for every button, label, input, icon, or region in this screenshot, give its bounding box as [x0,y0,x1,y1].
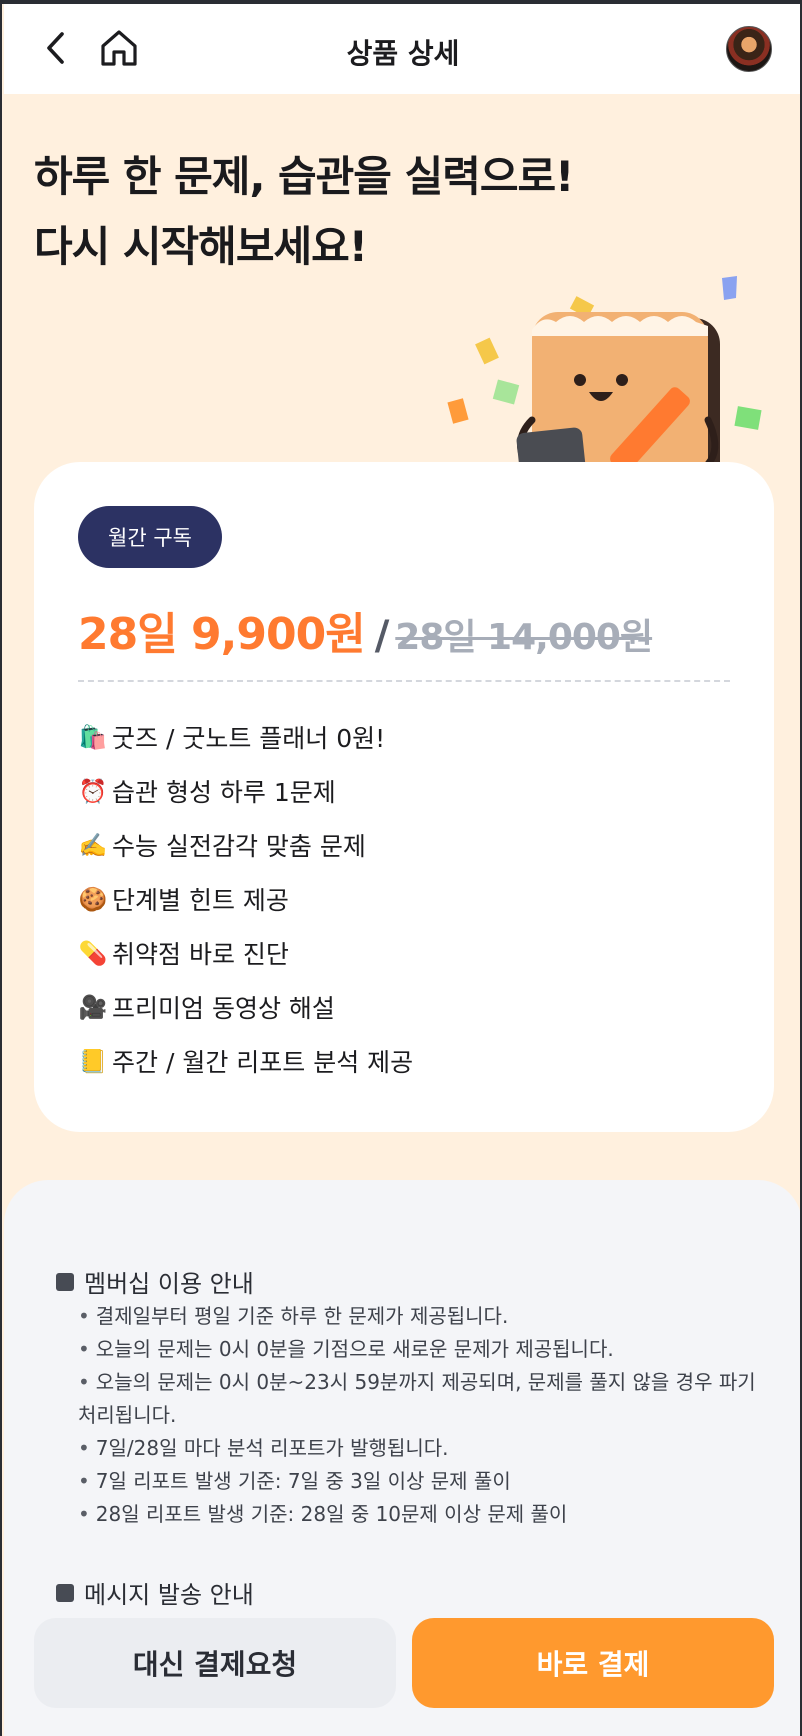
plan-badge: 월간 구독 [78,506,222,568]
pay-now-button[interactable]: 바로 결제 [412,1618,774,1708]
notebook-icon: 📒 [78,1048,108,1075]
page-title: 상품 상세 [346,37,460,70]
avatar[interactable] [726,26,772,72]
feature-label: 주간 / 월간 리포트 분석 제공 [112,1048,414,1077]
feature-list: 🛍️ 굿즈 / 굿노트 플래너 0원! ⏰ 습관 형성 하루 1문제 ✍️ 수능… [78,710,414,1088]
feature-label: 단계별 힌트 제공 [112,886,289,915]
original-price: 28일 14,000원 [395,617,653,658]
note-text: 오늘의 문제는 0시 0분~23시 59분까지 제공되며, 문제를 풀지 않을 … [78,1370,756,1427]
note-item: • 결제일부터 평일 기준 하루 한 문제가 제공됩니다. [78,1304,509,1328]
feature-item-diagnosis: 💊 취약점 바로 진단 [78,926,413,980]
hero-heading: 하루 한 문제, 습관을 실력으로! 다시 시작해보세요! [34,142,574,282]
feature-item-practice: ✍️ 수능 실전감각 맞춤 문제 [78,818,413,872]
app-screen: 상품 상세 하루 한 문제, 습관을 실력으로! 다시 시작해보세요! 월간 구… [0,0,802,1736]
membership-notes: • 결제일부터 평일 기준 하루 한 문제가 제공됩니다. • 오늘의 문제는 0시… [78,1300,768,1531]
note-item: • 오늘의 문제는 0시 0분~23시 59분까지 제공되며, 문제를 풀지 않을… [78,1370,756,1427]
cookie-icon: 🍪 [78,886,108,913]
note-text: 7일 리포트 발생 기준: 7일 중 3일 이상 문제 풀이 [95,1469,511,1493]
membership-info-heading: 멤버십 이용 안내 [56,1264,254,1299]
feature-label: 굿즈 / 굿노트 플래너 0원! [112,724,386,753]
sale-price: 28일 9,900원 [78,609,366,660]
alarm-clock-icon: ⏰ [78,778,108,805]
shopping-bag-icon: 🛍️ [78,724,108,751]
price-separator: / [374,613,390,659]
feature-label: 취약점 바로 진단 [112,940,289,969]
feature-item-video: 🎥 프리미엄 동영상 해설 [78,980,413,1034]
feature-label: 습관 형성 하루 1문제 [112,778,336,807]
feature-item-goods: 🛍️ 굿즈 / 굿노트 플래너 0원! [78,710,413,764]
note-item: • 오늘의 문제는 0시 0분을 기점으로 새로운 문제가 제공됩니다. [78,1337,614,1361]
feature-label: 수능 실전감각 맞춤 문제 [112,832,366,861]
message-info-heading: 메시지 발송 안내 [56,1575,254,1610]
note-text: 오늘의 문제는 0시 0분을 기점으로 새로운 문제가 제공됩니다. [95,1337,614,1361]
note-text: 결제일부터 평일 기준 하루 한 문제가 제공됩니다. [95,1304,509,1328]
pill-icon: 💊 [78,940,108,967]
note-item: • 28일 리포트 발생 기준: 28일 중 10문제 이상 문제 풀이 [78,1502,568,1526]
feature-item-hints: 🍪 단계별 힌트 제공 [78,872,413,926]
header-bar: 상품 상세 [4,4,800,94]
price-row: 28일 9,900원 / 28일 14,000원 [78,598,653,662]
note-item: • 7일 리포트 발생 기준: 7일 중 3일 이상 문제 풀이 [78,1469,511,1493]
hero-line-1: 하루 한 문제, 습관을 실력으로! [34,152,574,201]
note-text: 7일/28일 마다 분석 리포트가 발행됩니다. [95,1436,449,1460]
square-bullet-icon [56,1583,74,1602]
movie-camera-icon: 🎥 [78,994,108,1021]
feature-item-habit: ⏰ 습관 형성 하루 1문제 [78,764,413,818]
dashed-divider [78,680,730,682]
delegate-payment-button[interactable]: 대신 결제요청 [34,1618,396,1708]
message-info-title: 메시지 발송 안내 [84,1581,254,1609]
membership-info-title: 멤버십 이용 안내 [84,1270,254,1298]
square-bullet-icon [56,1272,74,1291]
note-text: 28일 리포트 발생 기준: 28일 중 10문제 이상 문제 풀이 [95,1502,568,1526]
note-item: • 7일/28일 마다 분석 리포트가 발행됩니다. [78,1436,449,1460]
writing-hand-icon: ✍️ [78,832,108,859]
feature-item-report: 📒 주간 / 월간 리포트 분석 제공 [78,1034,414,1088]
feature-label: 프리미엄 동영상 해설 [112,994,335,1023]
plan-card: 월간 구독 28일 9,900원 / 28일 14,000원 🛍️ 굿즈 / 굿… [34,462,774,1132]
